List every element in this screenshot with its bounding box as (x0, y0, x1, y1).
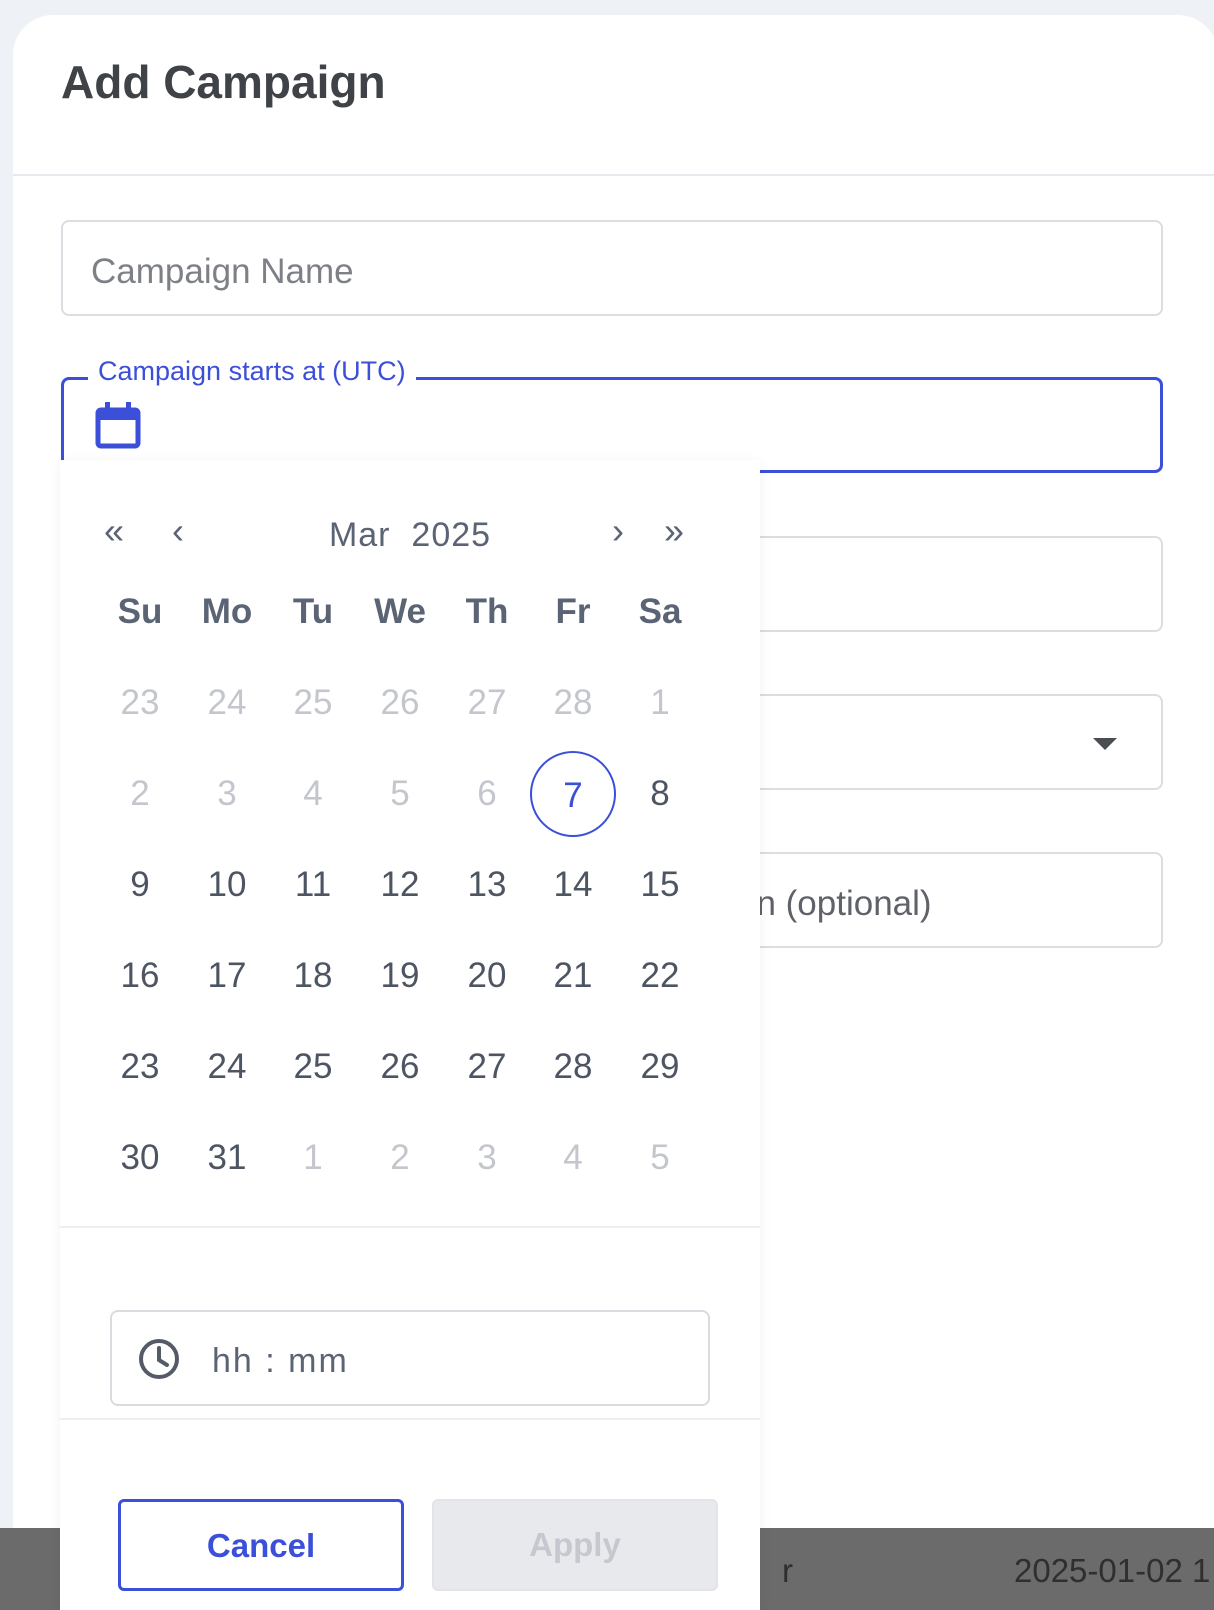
day-cell[interactable]: 26 (357, 660, 443, 746)
day-cell[interactable]: 16 (97, 933, 183, 1019)
weekday-label: We (374, 592, 426, 631)
apply-button[interactable]: Apply (432, 1499, 718, 1591)
weekday-label: Fr (555, 592, 591, 631)
day-cell[interactable]: 1 (617, 660, 703, 746)
day-cell[interactable]: 27 (444, 660, 530, 746)
campaign-start-field[interactable]: Campaign starts at (UTC) (61, 356, 1163, 473)
day-cell[interactable]: 6 (444, 751, 530, 837)
background-row-date: 2025-01-02 1 (1014, 1552, 1211, 1589)
day-cell[interactable]: 25 (270, 1024, 356, 1110)
month-year-label[interactable]: Mar 2025 (60, 516, 760, 555)
day-cell[interactable]: 1 (270, 1115, 356, 1201)
day-cell[interactable]: 21 (530, 933, 616, 1019)
day-cell[interactable]: 30 (97, 1115, 183, 1201)
day-cell[interactable]: 26 (357, 1024, 443, 1110)
day-cell[interactable]: 23 (97, 660, 183, 746)
day-cell[interactable]: 28 (530, 660, 616, 746)
weekday-label: Su (117, 592, 163, 631)
day-cell[interactable]: 19 (357, 933, 443, 1019)
day-cell[interactable]: 2 (357, 1115, 443, 1201)
weekday-label: Sa (638, 592, 682, 631)
weekday-label: Th (465, 592, 509, 631)
selected-day-cell[interactable]: 7 (530, 751, 616, 837)
day-cell[interactable]: 9 (97, 842, 183, 928)
day-cell[interactable]: 13 (444, 842, 530, 928)
day-cell[interactable]: 31 (184, 1115, 270, 1201)
caret-down-icon[interactable] (1093, 738, 1117, 750)
campaign-start-label: Campaign starts at (UTC) (88, 356, 416, 387)
day-cell[interactable]: 10 (184, 842, 270, 928)
date-picker-popup: « ‹ Mar 2025 › » Su Mo Tu We Th Fr Sa 23 24 25 26… (60, 460, 760, 1610)
picker-divider (60, 1226, 760, 1228)
day-cell[interactable]: 28 (530, 1024, 616, 1110)
calendar-icon[interactable] (95, 402, 141, 450)
campaign-description-placeholder: on (optional) (737, 884, 932, 923)
day-cell[interactable]: 25 (270, 660, 356, 746)
day-cell[interactable]: 18 (270, 933, 356, 1019)
day-cell[interactable]: 24 (184, 660, 270, 746)
modal-header-divider (13, 174, 1214, 176)
day-cell[interactable]: 17 (184, 933, 270, 1019)
weekday-label: Tu (292, 592, 334, 631)
next-year-button[interactable]: » (664, 510, 684, 552)
weekday-label: Mo (201, 592, 253, 631)
campaign-name-field[interactable]: Campaign Name (61, 220, 1163, 316)
day-cell[interactable]: 20 (444, 933, 530, 1019)
month-label: Mar (328, 516, 391, 554)
day-cell[interactable]: 2 (97, 751, 183, 837)
cancel-button[interactable]: Cancel (118, 1499, 404, 1591)
campaign-name-placeholder: Campaign Name (91, 252, 354, 291)
modal-title: Add Campaign (61, 56, 386, 108)
day-cell[interactable]: 4 (530, 1115, 616, 1201)
day-cell[interactable]: 4 (270, 751, 356, 837)
day-cell[interactable]: 5 (357, 751, 443, 837)
day-cell[interactable]: 15 (617, 842, 703, 928)
time-placeholder: hh : mm (212, 1342, 349, 1380)
day-cell[interactable]: 3 (184, 751, 270, 837)
picker-footer-divider (60, 1418, 760, 1420)
background-row-text: r (782, 1552, 793, 1589)
time-input[interactable]: hh : mm (110, 1310, 710, 1406)
next-month-button[interactable]: › (612, 510, 624, 552)
day-cell[interactable]: 5 (617, 1115, 703, 1201)
day-cell[interactable]: 11 (270, 842, 356, 928)
day-cell[interactable]: 8 (617, 751, 703, 837)
year-label: 2025 (411, 516, 492, 554)
day-cell[interactable]: 27 (444, 1024, 530, 1110)
clock-icon (139, 1339, 179, 1379)
day-cell[interactable]: 3 (444, 1115, 530, 1201)
day-cell[interactable]: 29 (617, 1024, 703, 1110)
day-cell[interactable]: 24 (184, 1024, 270, 1110)
day-cell[interactable]: 12 (357, 842, 443, 928)
day-cell[interactable]: 14 (530, 842, 616, 928)
day-cell[interactable]: 23 (97, 1024, 183, 1110)
day-cell[interactable]: 22 (617, 933, 703, 1019)
